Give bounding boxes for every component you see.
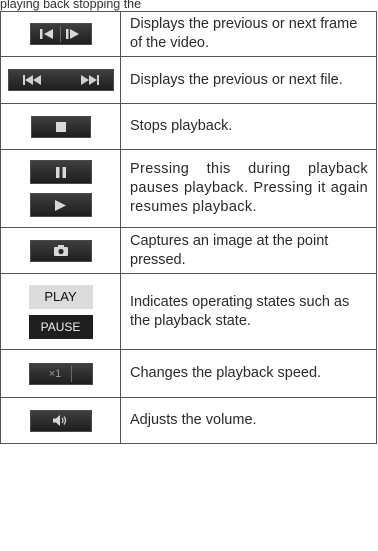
table-row: Stops playback. [0, 103, 377, 150]
skip-back-icon [22, 75, 41, 85]
row-description: Indicates operating states such as the p… [120, 273, 377, 350]
row-description: Pressing this during playback pauses pla… [120, 149, 377, 228]
table-row: Displays the previous or next file. [0, 56, 377, 104]
speed-label: ×1 [48, 367, 62, 380]
stop-icon [55, 121, 66, 132]
pause-state-label: PAUSE [28, 314, 93, 339]
row-description: Displays the previous or next file. [120, 56, 377, 104]
frame-step-button[interactable] [29, 23, 92, 45]
capture-button[interactable] [29, 239, 92, 262]
row-description: Displays the previous or next frame of t… [120, 11, 377, 57]
volume-icon [52, 415, 66, 426]
speed-button[interactable]: ×1 [28, 362, 93, 385]
control-reference-table: Displays the previous or next frame of t… [0, 11, 377, 444]
row-description: Stops playback. [120, 103, 377, 150]
skip-file-button[interactable] [7, 69, 114, 91]
frame-forward-icon [66, 29, 79, 39]
volume-button[interactable] [29, 409, 92, 432]
play-icon [55, 199, 66, 211]
table-row: ×1 Changes the playback speed. [0, 349, 377, 398]
table-row: Displays the previous or next frame of t… [0, 11, 377, 57]
row-description: Adjusts the volume. [120, 397, 377, 444]
camera-icon [53, 245, 68, 256]
play-state-label: PLAY [28, 284, 93, 309]
pause-button[interactable] [29, 160, 92, 184]
table-row: Adjusts the volume. [0, 397, 377, 444]
row-description: Changes the playback speed. [120, 349, 377, 398]
stop-button[interactable] [30, 115, 91, 138]
pause-icon [55, 166, 66, 178]
table-row: PLAY PAUSE Indicates operating states su… [0, 273, 377, 350]
row-description: Captures an image at the point pressed. [120, 227, 377, 274]
play-button[interactable] [29, 193, 92, 217]
skip-forward-icon [80, 75, 99, 85]
table-row: Captures an image at the point pressed. [0, 227, 377, 274]
table-row: Pressing this during playback pauses pla… [0, 149, 377, 228]
frame-back-icon [40, 29, 53, 39]
